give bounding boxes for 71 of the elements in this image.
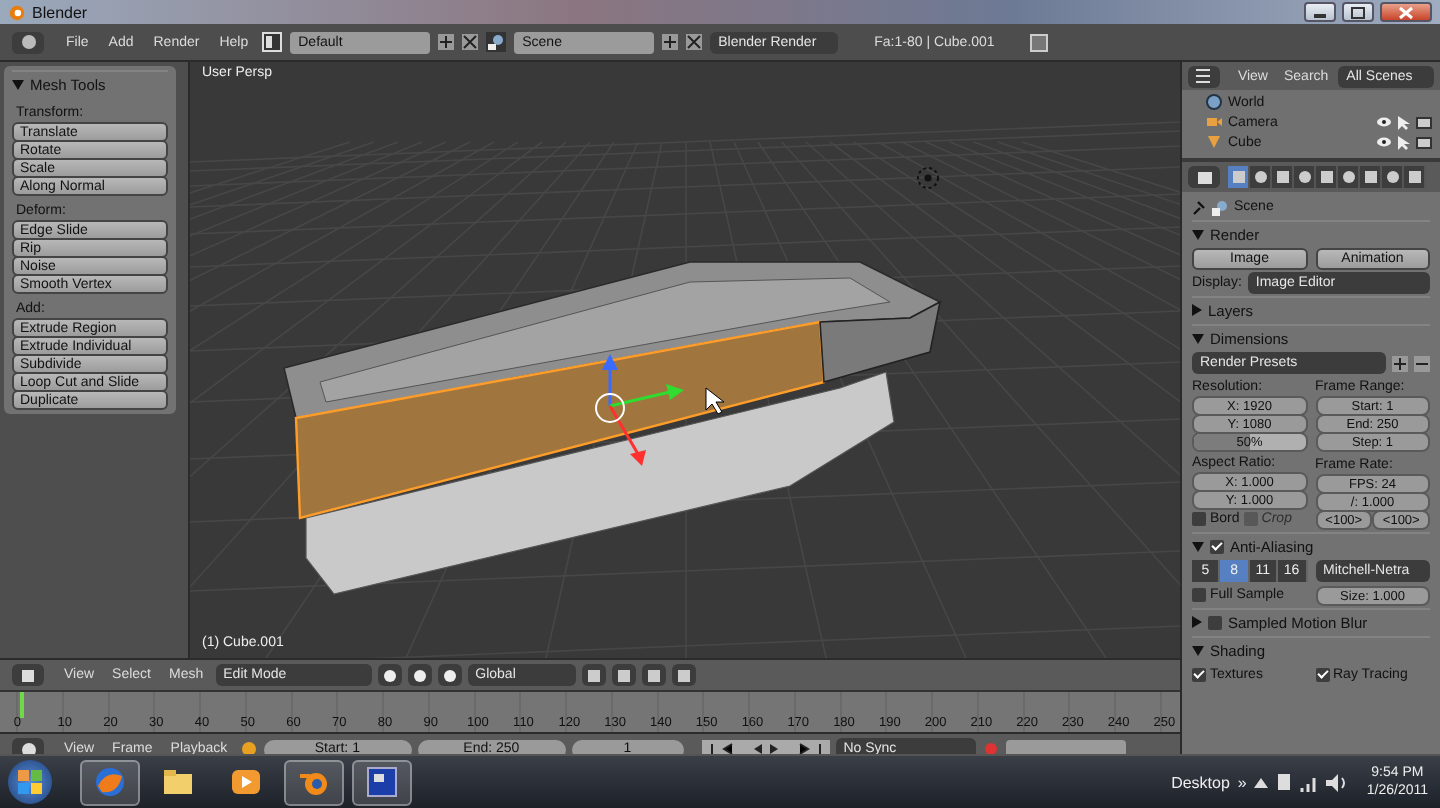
mouse-pointer-icon [705, 387, 725, 415]
toolbar-button[interactable] [377, 664, 402, 686]
eye-icon[interactable] [1376, 136, 1392, 148]
window-icon[interactable] [1030, 33, 1049, 51]
editor-type-button[interactable] [1188, 65, 1220, 87]
current-frame-marker [20, 692, 23, 718]
properties-tab[interactable] [1404, 166, 1426, 188]
close-icon[interactable] [686, 34, 703, 50]
blender-logo-icon [8, 3, 26, 21]
eye-icon[interactable] [1376, 116, 1392, 128]
collapse-triangle-icon[interactable] [1192, 645, 1204, 655]
checkbox[interactable] [1210, 539, 1224, 553]
toolbar-button[interactable] [611, 664, 636, 686]
cube-icon [19, 667, 37, 683]
maximize-icon [1350, 5, 1366, 19]
pin-icon[interactable] [1192, 199, 1206, 215]
desktop-toolbar-label[interactable]: Desktop [1171, 773, 1230, 791]
speaker-icon[interactable] [1326, 773, 1347, 791]
taskbar-app-button[interactable] [352, 759, 412, 805]
properties-tab[interactable] [1382, 166, 1404, 188]
toolbar-button[interactable] [581, 664, 606, 686]
lamp-drawing [917, 167, 939, 189]
editor-type-button[interactable] [12, 31, 44, 53]
checkbox[interactable] [1192, 512, 1206, 526]
maximize-button[interactable] [1342, 2, 1374, 22]
cube-icon [615, 667, 632, 683]
scene-icon [486, 32, 507, 52]
properties-tab[interactable] [1250, 166, 1272, 188]
checkbox[interactable] [1192, 588, 1206, 602]
start-button[interactable] [8, 760, 52, 804]
transform-gizmo-drawing [595, 354, 684, 466]
add-icon[interactable] [438, 34, 455, 50]
collapse-triangle-icon[interactable] [12, 79, 24, 89]
layout-icon [262, 32, 283, 52]
collapse-triangle-icon[interactable] [1192, 304, 1202, 316]
flag-icon[interactable] [1276, 772, 1293, 792]
scene-icon [1212, 199, 1228, 215]
list-icon [1194, 68, 1213, 84]
properties-tab[interactable] [1228, 166, 1250, 188]
toolbar-button[interactable] [641, 664, 666, 686]
properties-tab[interactable] [1360, 166, 1382, 188]
signal-icon[interactable] [1300, 773, 1319, 791]
window-icon [366, 766, 398, 798]
remove-icon[interactable] [1414, 355, 1430, 371]
add-icon[interactable] [1392, 355, 1408, 371]
properties-tab[interactable] [1294, 166, 1316, 188]
properties-tab[interactable] [1316, 166, 1338, 188]
keyframe-icon[interactable] [239, 740, 258, 758]
close-button[interactable] [1380, 2, 1432, 22]
folder-icon [162, 768, 194, 796]
toolbar-overflow-button[interactable]: » [1237, 773, 1247, 791]
close-icon[interactable] [462, 34, 479, 50]
tray-arrow-icon[interactable] [1254, 777, 1269, 787]
window-title: Blender [32, 3, 88, 21]
windows-logo-icon [16, 768, 44, 796]
checkbox[interactable] [1315, 668, 1329, 682]
minimize-button[interactable] [1304, 2, 1336, 22]
checkbox[interactable] [1208, 615, 1222, 629]
checkbox[interactable] [1192, 668, 1206, 682]
editor-type-button[interactable] [12, 664, 44, 686]
close-icon [1398, 5, 1414, 19]
toolbar-button[interactable] [407, 664, 432, 686]
toolbar-button[interactable] [437, 664, 462, 686]
editor-type-button[interactable] [1188, 166, 1220, 188]
add-icon[interactable] [662, 34, 679, 50]
properties-tab[interactable] [1338, 166, 1360, 188]
toolbar-button[interactable] [671, 664, 696, 686]
media-player-icon [230, 768, 262, 796]
properties-tab[interactable] [1272, 166, 1294, 188]
cube-icon [1319, 170, 1333, 184]
panel-icon [1195, 169, 1213, 185]
